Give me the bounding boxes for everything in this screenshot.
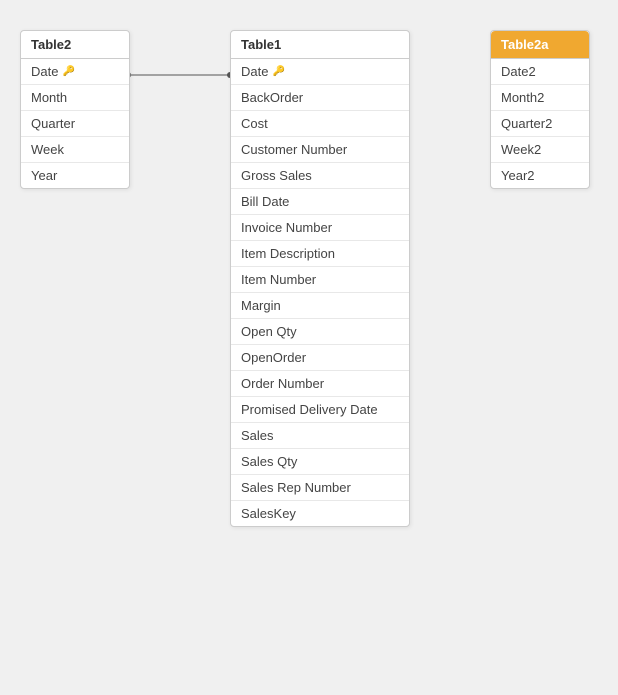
table2a-rows: Date2 Month2 Quarter2 Week2 Year2 [491,59,589,188]
table-row: Bill Date [231,189,409,215]
row-label: Item Number [241,272,316,287]
canvas: Table2 Date 🔑 Month Quarter Week Year Table1 … [0,0,618,695]
table2-rows: Date 🔑 Month Quarter Week Year [21,59,129,188]
row-label: Date [31,64,58,79]
table2-header: Table2 [21,31,129,59]
row-label: Margin [241,298,281,313]
table1: Table1 Date 🔑 BackOrder Cost Customer Number… [230,30,410,527]
table-row: Week2 [491,137,589,163]
key-icon: 🔑 [62,66,74,77]
table-row: Month [21,85,129,111]
table-row: Date 🔑 [21,59,129,85]
key-icon: 🔑 [272,66,284,77]
row-label: Order Number [241,376,324,391]
table-row: Date 🔑 [231,59,409,85]
table1-rows: Date 🔑 BackOrder Cost Customer Number Gross S… [231,59,409,526]
table-row: Item Number [231,267,409,293]
table-row: Open Qty [231,319,409,345]
row-label: OpenOrder [241,350,306,365]
row-label: Year2 [501,168,535,183]
row-label: Date [241,64,268,79]
row-label: Month [31,90,67,105]
table-row: Sales Rep Number [231,475,409,501]
table-row: Month2 [491,85,589,111]
table2a-header: Table2a [491,31,589,59]
row-label: Promised Delivery Date [241,402,378,417]
row-label: Quarter2 [501,116,552,131]
table2a: Table2a Date2 Month2 Quarter2 Week2 Year2 [490,30,590,189]
table-row: Sales [231,423,409,449]
row-label: Quarter [31,116,75,131]
table-row: Sales Qty [231,449,409,475]
row-label: Week [31,142,64,157]
row-label: Week2 [501,142,541,157]
row-label: Date2 [501,64,536,79]
row-label: Open Qty [241,324,297,339]
row-label: SalesKey [241,506,296,521]
row-label: Month2 [501,90,544,105]
row-label: Sales Rep Number [241,480,351,495]
table-row: Date2 [491,59,589,85]
row-label: BackOrder [241,90,303,105]
row-label: Cost [241,116,268,131]
table-row: Promised Delivery Date [231,397,409,423]
row-label: Customer Number [241,142,347,157]
table-row: SalesKey [231,501,409,526]
table-row: Quarter [21,111,129,137]
table-row: BackOrder [231,85,409,111]
row-label: Sales Qty [241,454,297,469]
table-row: Customer Number [231,137,409,163]
table-row: Invoice Number [231,215,409,241]
table-row: Week [21,137,129,163]
table-row: Order Number [231,371,409,397]
table-row: Item Description [231,241,409,267]
table-row: Year [21,163,129,188]
table-row: Year2 [491,163,589,188]
table1-header: Table1 [231,31,409,59]
table-row: OpenOrder [231,345,409,371]
row-label: Invoice Number [241,220,332,235]
row-label: Sales [241,428,274,443]
table-row: Margin [231,293,409,319]
table2: Table2 Date 🔑 Month Quarter Week Year [20,30,130,189]
row-label: Bill Date [241,194,289,209]
row-label: Item Description [241,246,335,261]
table-row: Cost [231,111,409,137]
table-row: Gross Sales [231,163,409,189]
row-label: Year [31,168,57,183]
row-label: Gross Sales [241,168,312,183]
table-row: Quarter2 [491,111,589,137]
